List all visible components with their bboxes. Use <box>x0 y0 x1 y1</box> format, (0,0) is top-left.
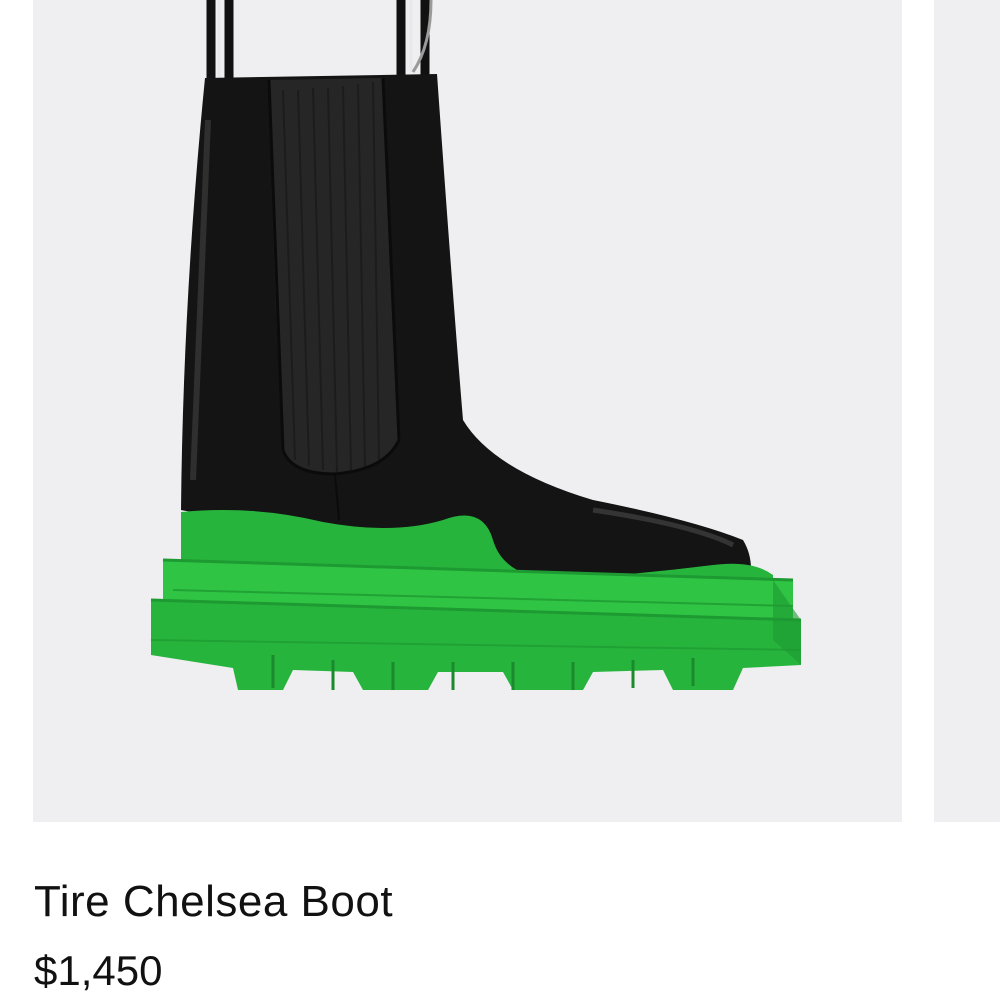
product-listing-page: Tire Chelsea Boot $1,450 <box>0 0 1000 1000</box>
product-price: $1,450 <box>34 947 163 994</box>
boot-image <box>150 0 802 690</box>
next-product-card-peek[interactable] <box>934 0 1000 822</box>
product-card[interactable]: Tire Chelsea Boot $1,450 <box>0 0 1000 1000</box>
product-name[interactable]: Tire Chelsea Boot <box>34 880 393 924</box>
product-image[interactable] <box>33 0 902 822</box>
